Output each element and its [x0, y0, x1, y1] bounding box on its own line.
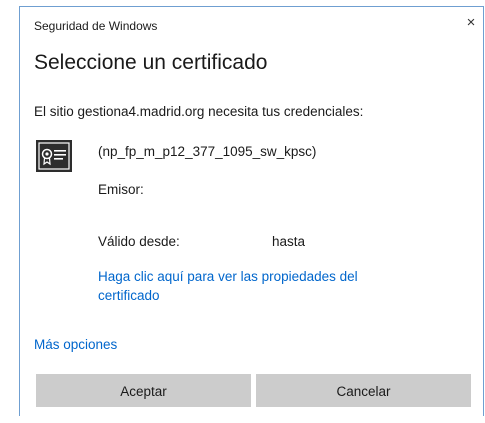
dialog-heading: Seleccione un certificado — [34, 51, 268, 74]
window-title: Seguridad de Windows — [34, 19, 158, 33]
valid-to-label: hasta — [272, 234, 306, 249]
issuer-label: Emisor: — [98, 182, 144, 197]
accept-button[interactable]: Aceptar — [36, 374, 251, 407]
cancel-button[interactable]: Cancelar — [256, 374, 471, 407]
credentials-message: El sitio gestiona4.madrid.org necesita t… — [34, 104, 364, 119]
certificate-name[interactable]: (np_fp_m_p12_377_1095_sw_kpsc) — [98, 144, 316, 159]
certificate-properties-link[interactable]: Haga clic aquí para ver las propiedades … — [98, 267, 418, 305]
valid-from-label: Válido desde: — [98, 234, 180, 249]
close-button[interactable]: × — [461, 13, 481, 33]
windows-security-dialog: Seguridad de Windows × Seleccione un cer… — [19, 6, 484, 416]
close-icon: × — [466, 14, 476, 31]
more-options-link[interactable]: Más opciones — [34, 337, 117, 352]
certificate-icon — [36, 140, 72, 172]
